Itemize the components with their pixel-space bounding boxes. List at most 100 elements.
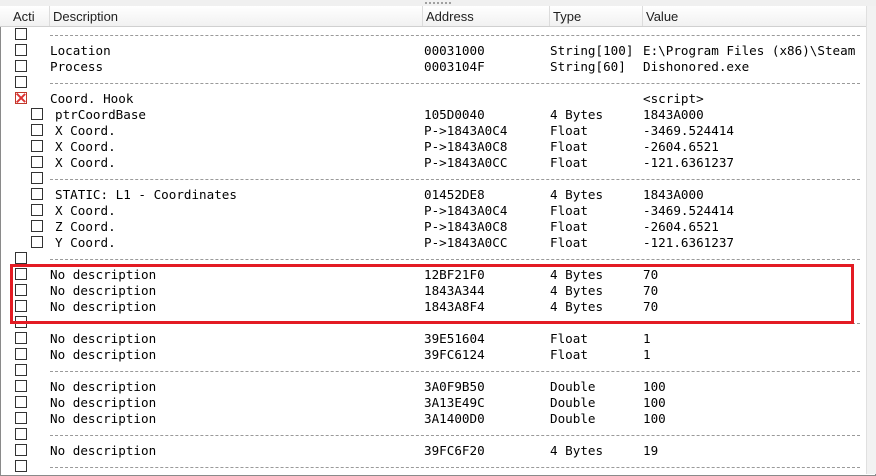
active-checkbox[interactable] — [15, 76, 27, 88]
row-description: STATIC: L1 - Coordinates — [55, 187, 237, 202]
table-row[interactable]: No description 39E51604 Float 1 — [0, 331, 866, 347]
row-type: Float — [550, 219, 588, 234]
row-address: P->1843A0C8 — [424, 219, 508, 234]
active-checkbox[interactable] — [31, 204, 43, 216]
separator-row[interactable] — [0, 363, 866, 379]
table-row[interactable]: Coord. Hook <script> — [0, 91, 866, 107]
active-checkbox[interactable] — [15, 444, 27, 456]
table-row[interactable]: X Coord. P->1843A0C8 Float -2604.6521 — [0, 139, 866, 155]
separator-row[interactable] — [0, 27, 866, 43]
row-type: Double — [550, 379, 596, 394]
row-description: No description — [50, 331, 157, 346]
row-address: P->1843A0CC — [424, 235, 508, 250]
table-row[interactable]: No description 3A13E49C Double 100 — [0, 395, 866, 411]
separator-row[interactable] — [0, 459, 866, 474]
table-row[interactable]: No description 3A0F9B50 Double 100 — [0, 379, 866, 395]
row-description: Location — [50, 43, 111, 58]
row-value: Dishonored.exe — [643, 59, 750, 74]
active-checkbox[interactable] — [15, 252, 27, 264]
table-row[interactable]: X Coord. P->1843A0C4 Float -3469.524414 — [0, 203, 866, 219]
row-value: 100 — [643, 411, 666, 426]
table-row[interactable]: No description 39FC6F20 4 Bytes 19 — [0, 443, 866, 459]
row-value: 1 — [643, 347, 651, 362]
active-checkbox[interactable] — [31, 156, 43, 168]
active-checkbox[interactable] — [15, 428, 27, 440]
row-description: Y Coord. — [55, 235, 116, 250]
row-description: No description — [50, 443, 157, 458]
separator-line — [50, 371, 860, 372]
active-checkbox[interactable] — [31, 188, 43, 200]
table-row[interactable]: ptrCoordBase 105D0040 4 Bytes 1843A000 — [0, 107, 866, 123]
table-row[interactable]: Z Coord. P->1843A0C8 Float -2604.6521 — [0, 219, 866, 235]
table-row[interactable]: Y Coord. P->1843A0CC Float -121.6361237 — [0, 235, 866, 251]
row-value: -2604.6521 — [643, 219, 719, 234]
active-checkbox[interactable] — [15, 60, 27, 72]
separator-row[interactable] — [0, 427, 866, 443]
row-type: 4 Bytes — [550, 107, 604, 122]
table-row[interactable]: STATIC: L1 - Coordinates 01452DE8 4 Bytes 1… — [0, 187, 866, 203]
active-checkbox[interactable] — [15, 412, 27, 424]
column-header-type[interactable]: Type — [550, 6, 643, 26]
row-value: 1843A000 — [643, 187, 704, 202]
vertical-scrollbar[interactable] — [866, 6, 876, 474]
row-value: 100 — [643, 379, 666, 394]
row-value: <script> — [643, 91, 704, 106]
active-checkbox[interactable] — [15, 348, 27, 360]
row-description: No description — [50, 395, 157, 410]
row-type: 4 Bytes — [550, 187, 604, 202]
separator-line — [50, 467, 860, 468]
row-type: Double — [550, 411, 596, 426]
active-checkbox[interactable] — [31, 172, 43, 184]
active-checkbox[interactable] — [15, 28, 27, 40]
row-value: -121.6361237 — [643, 235, 734, 250]
separator-line — [50, 259, 860, 260]
row-address: P->1843A0C4 — [424, 203, 508, 218]
separator-line — [50, 179, 860, 180]
active-checkbox[interactable] — [15, 44, 27, 56]
row-value: -121.6361237 — [643, 155, 734, 170]
row-address: 105D0040 — [424, 107, 485, 122]
row-type: Float — [550, 331, 588, 346]
row-value: 19 — [643, 443, 659, 458]
table-row[interactable]: X Coord. P->1843A0CC Float -121.6361237 — [0, 155, 866, 171]
row-description: ptrCoordBase — [55, 107, 146, 122]
row-value: 1 — [643, 331, 651, 346]
separator-row[interactable] — [0, 171, 866, 187]
row-address: P->1843A0C8 — [424, 139, 508, 154]
separator-row[interactable] — [0, 75, 866, 91]
table-row[interactable]: Process 0003104F String[60] Dishonored.exe — [0, 59, 866, 75]
table-row[interactable]: No description 3A1400D0 Double 100 — [0, 411, 866, 427]
active-checkbox-checked[interactable] — [15, 92, 27, 104]
column-header-active[interactable]: Acti — [10, 6, 50, 26]
row-address: 3A13E49C — [424, 395, 485, 410]
column-header-value[interactable]: Value — [643, 6, 866, 26]
table-row[interactable]: Location 00031000 String[100] E:\Program Fi… — [0, 43, 866, 59]
active-checkbox[interactable] — [31, 236, 43, 248]
row-description: Coord. Hook — [50, 91, 134, 106]
row-address: 01452DE8 — [424, 187, 485, 202]
table-row[interactable]: No description 39FC6124 Float 1 — [0, 347, 866, 363]
active-checkbox[interactable] — [31, 140, 43, 152]
active-checkbox[interactable] — [15, 380, 27, 392]
active-checkbox[interactable] — [15, 332, 27, 344]
active-checkbox[interactable] — [31, 124, 43, 136]
active-checkbox[interactable] — [15, 396, 27, 408]
row-value: -2604.6521 — [643, 139, 719, 154]
row-address: P->1843A0C4 — [424, 123, 508, 138]
row-description: Z Coord. — [55, 219, 116, 234]
row-value: -3469.524414 — [643, 123, 734, 138]
column-header-address[interactable]: Address — [423, 6, 550, 26]
active-checkbox[interactable] — [31, 108, 43, 120]
row-value: -3469.524414 — [643, 203, 734, 218]
table-row[interactable]: X Coord. P->1843A0C4 Float -3469.524414 — [0, 123, 866, 139]
active-checkbox[interactable] — [31, 220, 43, 232]
row-address: 3A0F9B50 — [424, 379, 485, 394]
splitter-grip-icon[interactable] — [424, 1, 452, 5]
row-description: X Coord. — [55, 155, 116, 170]
row-type: Float — [550, 155, 588, 170]
row-value: 1843A000 — [643, 107, 704, 122]
active-checkbox[interactable] — [15, 460, 27, 472]
column-header-description[interactable]: Description — [50, 6, 423, 26]
active-checkbox[interactable] — [15, 364, 27, 376]
cheat-table-rows: Location 00031000 String[100] E:\Program Fi… — [0, 26, 866, 474]
